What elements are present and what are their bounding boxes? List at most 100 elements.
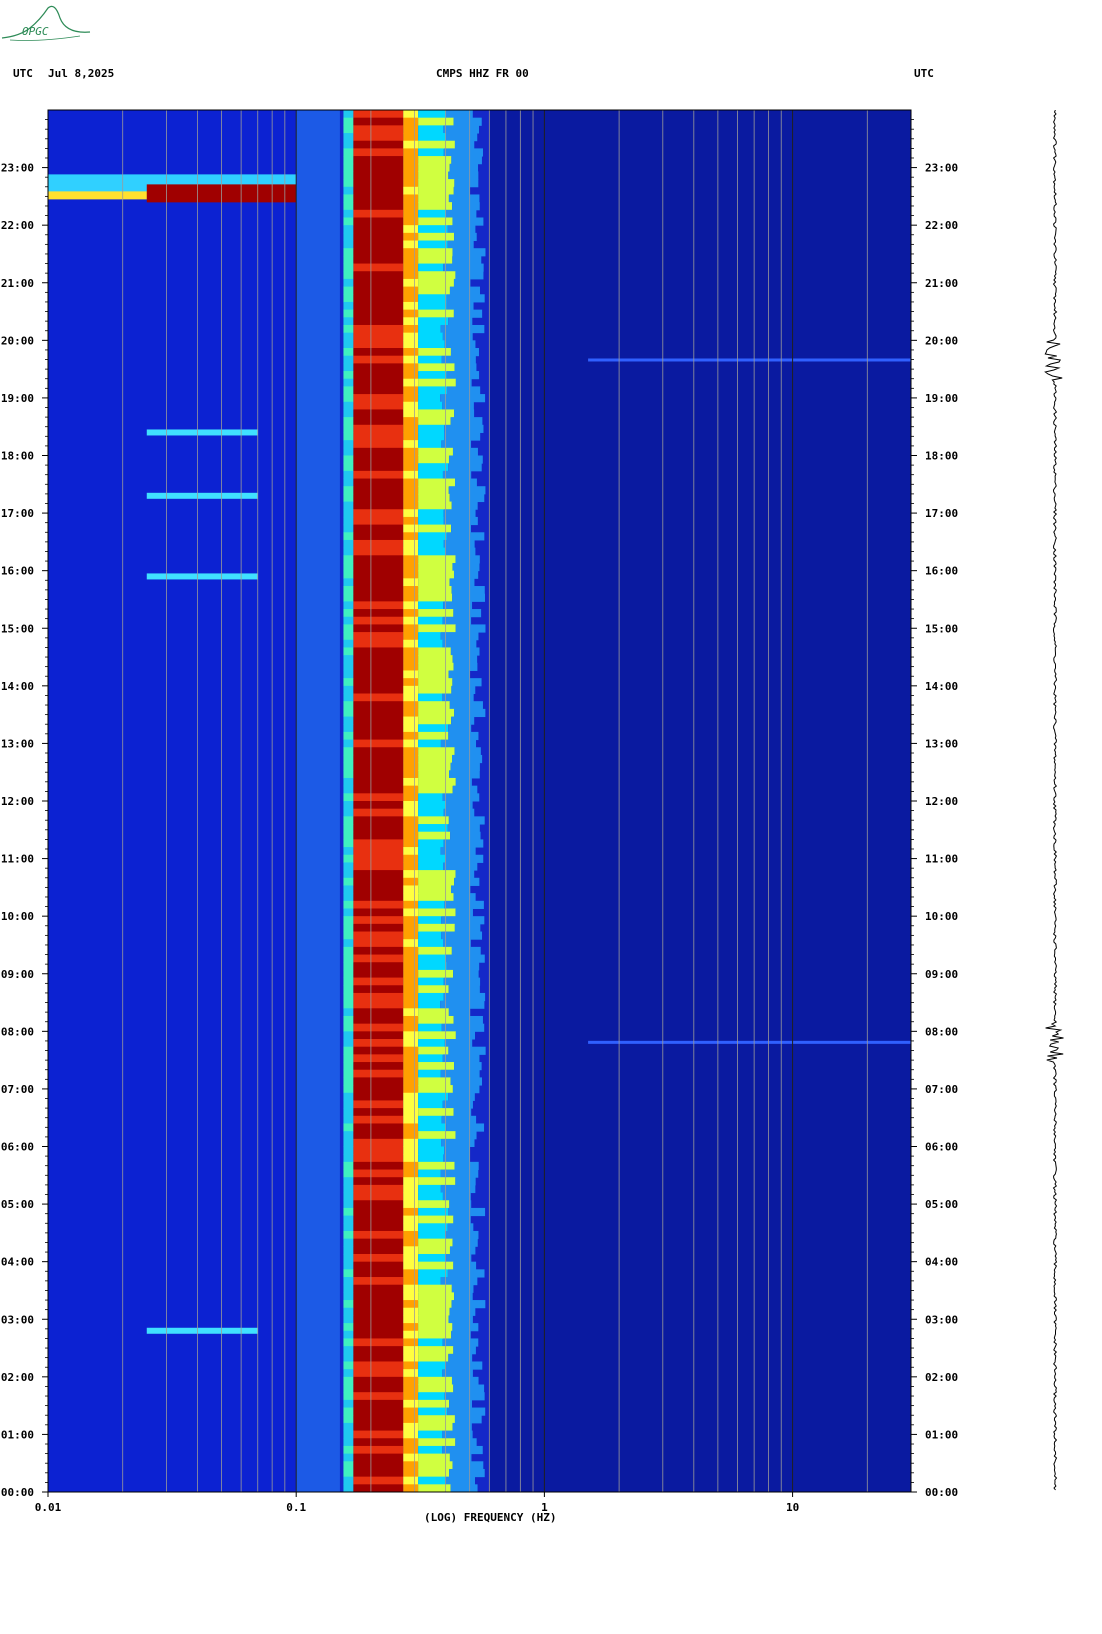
band-fade-cell [454,747,481,756]
band-fade-cell [451,946,481,956]
band-tail-cell [418,1338,443,1347]
band-tail-cell [418,1292,455,1301]
band-fade-cell [446,371,480,380]
band-edge-cell [343,632,354,641]
band-edge-cell [343,186,354,195]
band-tail-cell [418,1445,443,1455]
band-tail-cell [418,931,442,940]
band-fade-cell [450,1077,482,1086]
band-tail-cell [418,670,449,679]
band-fade-cell [453,1261,477,1270]
band-tail-cell [418,570,454,579]
band-orange-cell [403,939,419,948]
band-tail-cell [418,1092,449,1101]
band-core-cell [353,1430,404,1439]
spectrogram-chart: 00:00 00:00 01:00 01:00 02:00 02:00 03:00 03:00… [1,109,958,1514]
seismogram-trace [1044,110,1064,1491]
band-core-cell [353,885,404,894]
band-orange-cell [403,1177,419,1186]
band-fade-cell [446,1123,485,1132]
band-core-cell [353,808,404,817]
band-core-cell [353,747,404,756]
band-tail-cell [418,916,442,925]
band-fade-cell [445,1230,479,1240]
band-fade-cell [442,401,474,410]
band-fade-cell [448,194,480,203]
band-fade-cell [448,724,472,733]
band-core-cell [353,985,404,994]
band-fade-cell [454,877,480,886]
band-tail-cell [418,1461,453,1470]
band-edge-cell [343,1008,354,1017]
band-core-cell [353,1300,404,1309]
band-edge-cell [343,424,354,433]
band-edge-cell [343,217,354,226]
band-orange-cell [403,1138,419,1147]
y-tick-label-right: 18:00 [925,450,958,463]
band-tail-cell [418,1069,441,1078]
band-edge-cell [343,417,354,426]
band-core-cell [353,1230,404,1240]
band-tail-cell [418,885,452,894]
band-orange-cell [403,1223,419,1232]
band-fade-cell [443,992,486,1002]
band-tail-cell [418,1353,449,1362]
band-fade-cell [448,670,470,679]
band-orange-cell [403,862,419,871]
band-tail-cell [418,754,453,764]
band-edge-cell [343,877,354,886]
y-tick-label-right: 16:00 [925,565,958,578]
band-edge-cell [343,1023,354,1032]
band-edge-cell [343,1192,354,1201]
band-fade-cell [443,516,478,526]
band-tail-cell [418,470,443,480]
band-edge-cell [343,1338,354,1347]
band-core-cell [353,1253,404,1263]
band-edge-cell [343,1230,354,1240]
band-edge-cell [343,793,354,802]
band-tail-cell [418,1100,443,1109]
y-tick-label-left: 21:00 [1,277,34,290]
band-tail-cell [418,1046,449,1055]
band-tail-cell [418,486,449,495]
band-tail-cell [418,1200,450,1209]
band-core-cell [353,900,404,909]
band-edge-cell [343,1399,354,1409]
band-orange-cell [403,156,419,165]
band-fade-cell [442,1054,480,1063]
band-tail-cell [418,1346,454,1355]
band-edge-cell [343,923,354,933]
band-core-cell [353,1046,404,1055]
band-orange-cell [403,632,419,641]
band-orange-cell [403,708,419,718]
band-fade-cell [442,616,472,625]
band-orange-cell [403,1146,419,1155]
band-tail-cell [418,555,456,564]
band-edge-cell [343,900,354,909]
band-orange-cell [403,340,419,349]
band-tail-cell [418,1261,454,1270]
band-edge-cell [343,539,354,549]
band-edge-cell [343,1246,354,1255]
band-edge-cell [343,1292,354,1301]
band-tail-cell [418,1384,454,1393]
band-edge-cell [343,831,354,840]
band-edge-cell [343,1000,354,1009]
band-fade-cell [455,378,472,387]
band-edge-cell [343,1031,354,1040]
band-fade-cell [452,1461,484,1470]
band-fade-cell [452,1085,480,1094]
band-edge-cell [343,1445,354,1455]
band-edge-cell [343,593,354,602]
band-edge-cell [343,586,354,595]
band-tail-cell [418,463,449,472]
y-tick-label-right: 19:00 [925,392,958,405]
band-orange-cell [403,1284,419,1293]
band-core-cell [353,785,404,794]
band-orange-cell [403,639,419,648]
band-tail-cell [418,770,450,779]
band-orange-cell [403,286,419,295]
band-orange-cell [403,524,419,533]
band-fade-cell [449,163,479,172]
band-fade-cell [452,255,482,265]
